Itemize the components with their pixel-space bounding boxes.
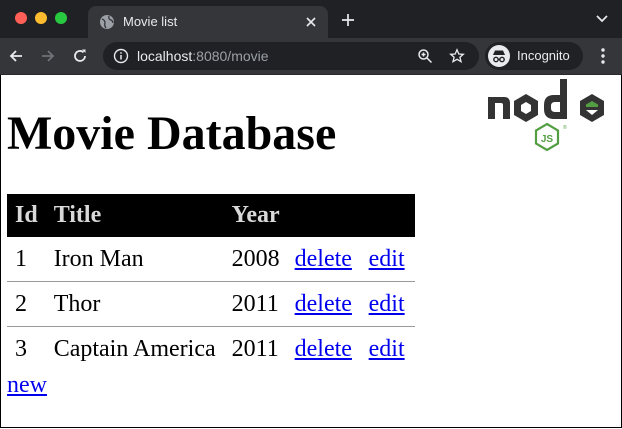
cell-edit: edit bbox=[361, 237, 415, 282]
reload-icon[interactable] bbox=[72, 48, 88, 64]
browser-tab[interactable]: Movie list bbox=[88, 6, 328, 38]
cell-title: Iron Man bbox=[45, 237, 224, 282]
cell-year: 2011 bbox=[231, 335, 279, 362]
cell-year: 2011 bbox=[223, 281, 288, 327]
nodejs-logo-icon: JS ® bbox=[488, 79, 604, 152]
new-movie-link[interactable]: new bbox=[7, 372, 47, 399]
forward-arrow-icon[interactable] bbox=[40, 48, 56, 64]
table-row: 3 Captain America 2011 delete edit bbox=[7, 327, 415, 372]
cell-title: Thor bbox=[45, 281, 224, 327]
delete-link[interactable]: delete bbox=[295, 336, 352, 362]
url-host: localhost bbox=[137, 48, 193, 64]
column-header-edit bbox=[361, 194, 415, 237]
more-menu-icon[interactable] bbox=[596, 47, 610, 65]
incognito-profile-button[interactable]: Incognito bbox=[485, 42, 583, 70]
zoom-icon[interactable] bbox=[417, 48, 433, 64]
edit-link[interactable]: edit bbox=[369, 291, 405, 317]
url-path: :8080/movie bbox=[192, 48, 269, 64]
cell-delete: delete bbox=[287, 237, 362, 282]
cell-year: 2008 bbox=[223, 237, 288, 282]
table-header-row: Id Title Year bbox=[7, 194, 415, 237]
cell-edit: edit bbox=[362, 327, 415, 372]
cell-id: 2 bbox=[7, 281, 46, 327]
url-text[interactable]: localhost:8080/movie bbox=[137, 48, 269, 64]
edit-link[interactable]: edit bbox=[369, 246, 405, 272]
back-arrow-icon[interactable] bbox=[8, 48, 24, 64]
delete-link[interactable]: delete bbox=[295, 291, 352, 317]
window-close-button[interactable] bbox=[15, 12, 27, 24]
column-header-year: Year bbox=[223, 194, 288, 237]
column-header-title: Title bbox=[45, 194, 224, 237]
cell-edit: edit bbox=[361, 281, 415, 327]
svg-text:®: ® bbox=[563, 124, 567, 131]
new-tab-icon[interactable] bbox=[340, 12, 356, 28]
delete-link[interactable]: delete bbox=[295, 246, 352, 272]
movie-table: Id Title Year 1 Iron Man 2008 delete edi… bbox=[7, 194, 415, 371]
bookmark-star-icon[interactable] bbox=[449, 48, 465, 64]
site-info-icon[interactable] bbox=[113, 48, 129, 64]
tab-title: Movie list bbox=[123, 14, 178, 29]
address-bar[interactable]: localhost:8080/movie bbox=[103, 42, 479, 70]
column-header-delete bbox=[287, 194, 362, 237]
edit-link[interactable]: edit bbox=[369, 336, 405, 362]
chevron-down-icon[interactable] bbox=[595, 14, 609, 24]
window-maximize-button[interactable] bbox=[55, 12, 67, 24]
close-tab-icon[interactable] bbox=[304, 15, 318, 29]
cell-delete: delete bbox=[287, 281, 362, 327]
cell-id: 1 bbox=[7, 237, 46, 282]
window-minimize-button[interactable] bbox=[35, 12, 47, 24]
cell-title: Captain America bbox=[53, 335, 216, 362]
table-row: 1 Iron Man 2008 delete edit bbox=[7, 237, 415, 282]
browser-toolbar: localhost:8080/movie Incognito bbox=[0, 38, 622, 75]
tab-strip: Movie list bbox=[0, 0, 622, 38]
page-viewport: JS ® Movie Database Id Title Year 1 Iron… bbox=[0, 75, 622, 428]
column-header-id: Id bbox=[7, 194, 46, 237]
incognito-icon bbox=[488, 45, 510, 67]
incognito-label: Incognito bbox=[517, 48, 570, 63]
cell-id: 3 bbox=[15, 335, 27, 362]
page-title: Movie Database bbox=[7, 107, 337, 160]
table-row: 2 Thor 2011 delete edit bbox=[7, 281, 415, 327]
cell-delete: delete bbox=[288, 327, 362, 372]
svg-text:JS: JS bbox=[541, 134, 554, 145]
globe-icon bbox=[100, 15, 114, 29]
